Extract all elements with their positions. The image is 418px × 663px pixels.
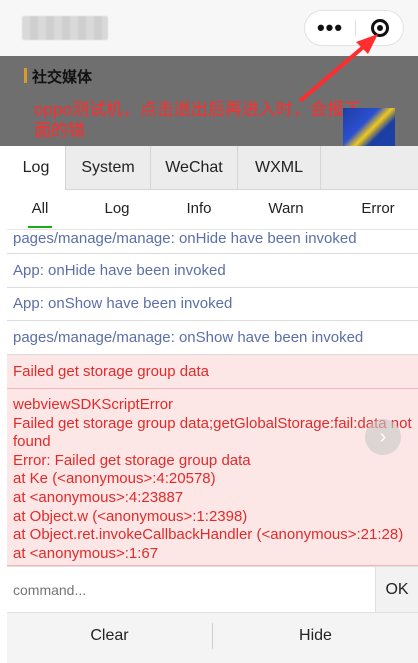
log-entry-info: pages/manage/manage: onHide have been in…	[7, 230, 418, 254]
chevron-right-icon[interactable]: ›	[365, 419, 401, 455]
log-text: App: onHide have been invoked	[13, 262, 226, 279]
log-text: at <anonymous>:4:23887	[13, 488, 184, 506]
vconsole-panel: Log System WeChat WXML All Log Info Warn…	[7, 146, 418, 663]
more-dots-icon[interactable]: •••	[305, 11, 355, 45]
log-text: at Object.ret.invokeCallbackHandler (<an…	[13, 526, 404, 544]
thumbnail-image	[343, 108, 395, 146]
vconsole-tabs: Log System WeChat WXML	[7, 146, 418, 190]
command-bar: OK	[7, 566, 418, 613]
tab-wechat[interactable]: WeChat	[151, 146, 238, 190]
bottom-toolbar: Clear Hide	[7, 613, 418, 663]
log-entry-info: App: onShow have been invoked	[7, 288, 418, 321]
filter-error[interactable]: Error	[357, 190, 399, 228]
log-text: Error: Failed get storage group data	[13, 451, 251, 469]
capsule-button: •••	[304, 10, 404, 46]
clear-button[interactable]: Clear	[7, 613, 212, 659]
log-text: pages/manage/manage: onHide have been in…	[13, 230, 357, 247]
log-list[interactable]: pages/manage/manage: onHide have been in…	[7, 230, 418, 566]
log-entry-error: webviewSDKScriptError Failed get storage…	[7, 389, 418, 566]
log-text: at Object.w (<anonymous>:1:2398)	[13, 507, 248, 525]
filter-all[interactable]: All	[24, 190, 56, 228]
log-entry-info: pages/manage/manage: onShow have been in…	[7, 321, 418, 355]
filter-log[interactable]: Log	[98, 190, 136, 228]
annotation-text: oppo测试机，点击退出后再进入时，会报下面的错	[34, 100, 361, 140]
hide-button[interactable]: Hide	[213, 613, 418, 659]
log-entry-error: Failed get storage group data	[7, 355, 418, 389]
log-text: Failed get storage group data	[13, 363, 209, 380]
log-text: App: onShow have been invoked	[13, 295, 233, 312]
log-text: at Ke (<anonymous>:4:20578)	[13, 470, 216, 488]
ok-button[interactable]: OK	[375, 567, 418, 612]
log-level-filters: All Log Info Warn Error	[7, 190, 418, 230]
blurred-page-title	[22, 16, 108, 40]
tab-log[interactable]: Log	[7, 146, 66, 190]
log-text: Failed get storage group data;getGlobalS…	[13, 414, 412, 451]
dimmed-page-background: 社交媒体 oppo测试机，点击退出后再进入时，会报下面的错	[0, 56, 418, 202]
log-text: webviewSDKScriptError	[13, 396, 174, 413]
log-text: at <anonymous>:1:67	[13, 544, 159, 562]
close-mini-program-button[interactable]	[355, 11, 405, 45]
filter-warn[interactable]: Warn	[262, 190, 310, 228]
tab-wxml[interactable]: WXML	[238, 146, 321, 190]
target-close-icon	[371, 19, 389, 37]
log-entry-info: App: onHide have been invoked	[7, 254, 418, 288]
filter-info[interactable]: Info	[180, 190, 218, 228]
log-text: pages/manage/manage: onShow have been in…	[13, 329, 364, 346]
mini-program-nav-bar: •••	[0, 0, 418, 56]
section-title: 社交媒体	[23, 66, 92, 87]
command-input[interactable]	[7, 567, 375, 612]
tab-system[interactable]: System	[66, 146, 151, 190]
